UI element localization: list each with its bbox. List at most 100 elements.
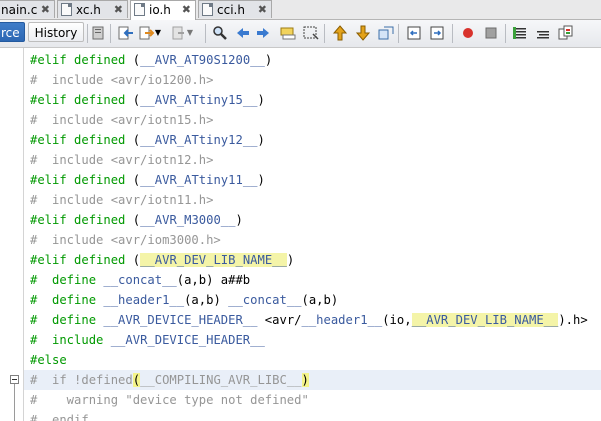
fold-collapse-icon[interactable] xyxy=(10,375,19,384)
last-edit-icon[interactable] xyxy=(90,25,106,41)
tab-io-h[interactable]: io.h ✖ xyxy=(130,0,196,20)
code-line[interactable]: # if !defined(__COMPILING_AVR_LIBC__) xyxy=(24,370,601,390)
shift-right-icon[interactable] xyxy=(429,25,445,41)
code-token: __AVR_DEV_LIB_NAME__ xyxy=(411,313,559,327)
code-token: # include xyxy=(30,333,111,347)
code-token: ) xyxy=(301,373,309,387)
code-token: (io, xyxy=(382,313,412,327)
code-token: #elif xyxy=(30,133,75,147)
code-token: __AVR_DEVICE_HEADER__ xyxy=(110,333,265,347)
code-line[interactable]: # include <avr/io1200.h> xyxy=(24,70,601,90)
code-token: __AVR_ATtiny12__ xyxy=(140,133,258,147)
code-token: ( xyxy=(125,133,141,147)
tab-cci-h[interactable]: cci.h ✖ xyxy=(198,0,272,18)
code-line[interactable]: #elif defined (__AVR_ATtiny15__) xyxy=(24,90,601,110)
code-token: defined xyxy=(74,93,126,107)
code-token: # endif xyxy=(30,413,89,421)
toolbar-separator xyxy=(87,24,88,43)
code-token: __COMPILING_AVR_LIBC__ xyxy=(140,373,302,387)
editor-toolbar: rce History ▼ ▼ xyxy=(0,20,601,48)
code-token: #elif xyxy=(30,53,75,67)
toggle-rect-select-icon[interactable] xyxy=(303,25,319,41)
shift-left-icon[interactable] xyxy=(406,25,422,41)
fold-guide-line xyxy=(14,384,15,421)
toggle-highlight-icon[interactable] xyxy=(280,25,296,41)
find-next-icon[interactable] xyxy=(256,25,272,41)
history-button[interactable]: History xyxy=(28,22,84,42)
code-token: __concat__ xyxy=(103,273,177,287)
tab-main-c[interactable]: nain.c ✖ xyxy=(0,0,55,18)
code-line[interactable]: #elif defined (__AVR_M3000__) xyxy=(24,210,601,230)
code-token: defined xyxy=(74,253,126,267)
uncomment-icon[interactable] xyxy=(535,25,551,41)
code-token: ) xyxy=(257,133,265,147)
code-token: (a,b) xyxy=(301,293,339,307)
next-bookmark-icon[interactable] xyxy=(355,25,371,41)
code-token: (a,b) xyxy=(184,293,229,307)
code-token: ) xyxy=(257,93,265,107)
code-line[interactable]: #elif defined (__AVR_ATtiny11__) xyxy=(24,170,601,190)
prev-bookmark-icon[interactable] xyxy=(332,25,348,41)
find-prev-icon[interactable] xyxy=(234,25,250,41)
code-token: # define xyxy=(30,313,104,327)
code-token: ( xyxy=(132,373,141,387)
forward-icon[interactable] xyxy=(139,25,155,41)
find-icon[interactable] xyxy=(212,25,228,41)
code-editor[interactable]: #elif defined (__AVR_AT90S1200__) # inclu… xyxy=(24,48,601,421)
diff-icon[interactable] xyxy=(558,25,574,41)
code-token: __AVR_AT90S1200__ xyxy=(140,53,265,67)
code-token: ) xyxy=(264,53,273,67)
header-file-icon xyxy=(61,3,72,16)
stop-macro-icon[interactable] xyxy=(483,25,499,41)
code-token: __AVR_ATtiny15__ xyxy=(140,93,258,107)
code-line[interactable]: # include <avr/iotn15.h> xyxy=(24,110,601,130)
back-icon[interactable] xyxy=(118,25,134,41)
tab-label: cci.h xyxy=(217,3,245,17)
code-line[interactable]: # define __AVR_DEVICE_HEADER__ <avr/__he… xyxy=(24,310,601,330)
code-line[interactable]: # warning "device type not defined" xyxy=(24,390,601,410)
chevron-down-icon[interactable]: ▼ xyxy=(186,25,194,41)
editor-tab-bar: nain.c ✖ xc.h ✖ io.h ✖ cci.h ✖ xyxy=(0,0,601,20)
code-token: defined xyxy=(74,213,126,227)
code-line[interactable]: #elif defined (__AVR_ATtiny12__) xyxy=(24,130,601,150)
code-line[interactable]: #else xyxy=(24,350,601,370)
header-file-icon xyxy=(134,3,145,16)
close-tab-icon[interactable]: ✖ xyxy=(182,3,191,16)
code-token: # include <avr/io1200.h> xyxy=(30,73,214,87)
code-line[interactable]: # include <avr/iotn12.h> xyxy=(24,150,601,170)
source-button[interactable]: rce xyxy=(0,22,25,42)
tab-label: io.h xyxy=(149,3,171,17)
code-line[interactable]: # define __header1__(a,b) __concat__(a,b… xyxy=(24,290,601,310)
code-token: ( xyxy=(125,93,141,107)
code-token: defined xyxy=(74,133,126,147)
chevron-down-icon[interactable]: ▼ xyxy=(154,25,162,41)
editor-gutter xyxy=(0,48,23,421)
code-token: # include <avr/iom3000.h> xyxy=(30,233,221,247)
code-token: __concat__ xyxy=(228,293,302,307)
code-token: #elif xyxy=(30,213,75,227)
code-token: defined xyxy=(74,53,126,67)
code-line[interactable]: # include __AVR_DEVICE_HEADER__ xyxy=(24,330,601,350)
tab-label: nain.c xyxy=(1,3,38,17)
code-token: # include <avr/iotn11.h> xyxy=(30,193,214,207)
record-macro-icon[interactable] xyxy=(460,25,476,41)
code-line[interactable]: # include <avr/iotn11.h> xyxy=(24,190,601,210)
code-line[interactable]: # define __concat__(a,b) a##b xyxy=(24,270,601,290)
code-token: # include <avr/iotn12.h> xyxy=(30,153,214,167)
close-tab-icon[interactable]: ✖ xyxy=(41,3,50,16)
code-token: ).h> xyxy=(558,313,588,327)
toolbar-separator xyxy=(324,24,325,43)
code-token: ( xyxy=(125,173,141,187)
tab-xc-h[interactable]: xc.h ✖ xyxy=(57,0,128,18)
code-line[interactable]: # include <avr/iom3000.h> xyxy=(24,230,601,250)
toggle-bookmark-icon[interactable] xyxy=(378,25,394,41)
close-tab-icon[interactable]: ✖ xyxy=(258,3,267,16)
code-token: ) xyxy=(257,173,265,187)
code-line[interactable]: # endif xyxy=(24,410,601,421)
comment-icon[interactable] xyxy=(512,25,528,41)
code-line[interactable]: #elif defined (__AVR_AT90S1200__) xyxy=(24,50,601,70)
code-line[interactable]: #elif defined (__AVR_DEV_LIB_NAME__) xyxy=(24,250,601,270)
close-tab-icon[interactable]: ✖ xyxy=(114,3,123,16)
code-token: ) xyxy=(235,213,243,227)
forward-dropdown-icon[interactable] xyxy=(171,25,187,41)
